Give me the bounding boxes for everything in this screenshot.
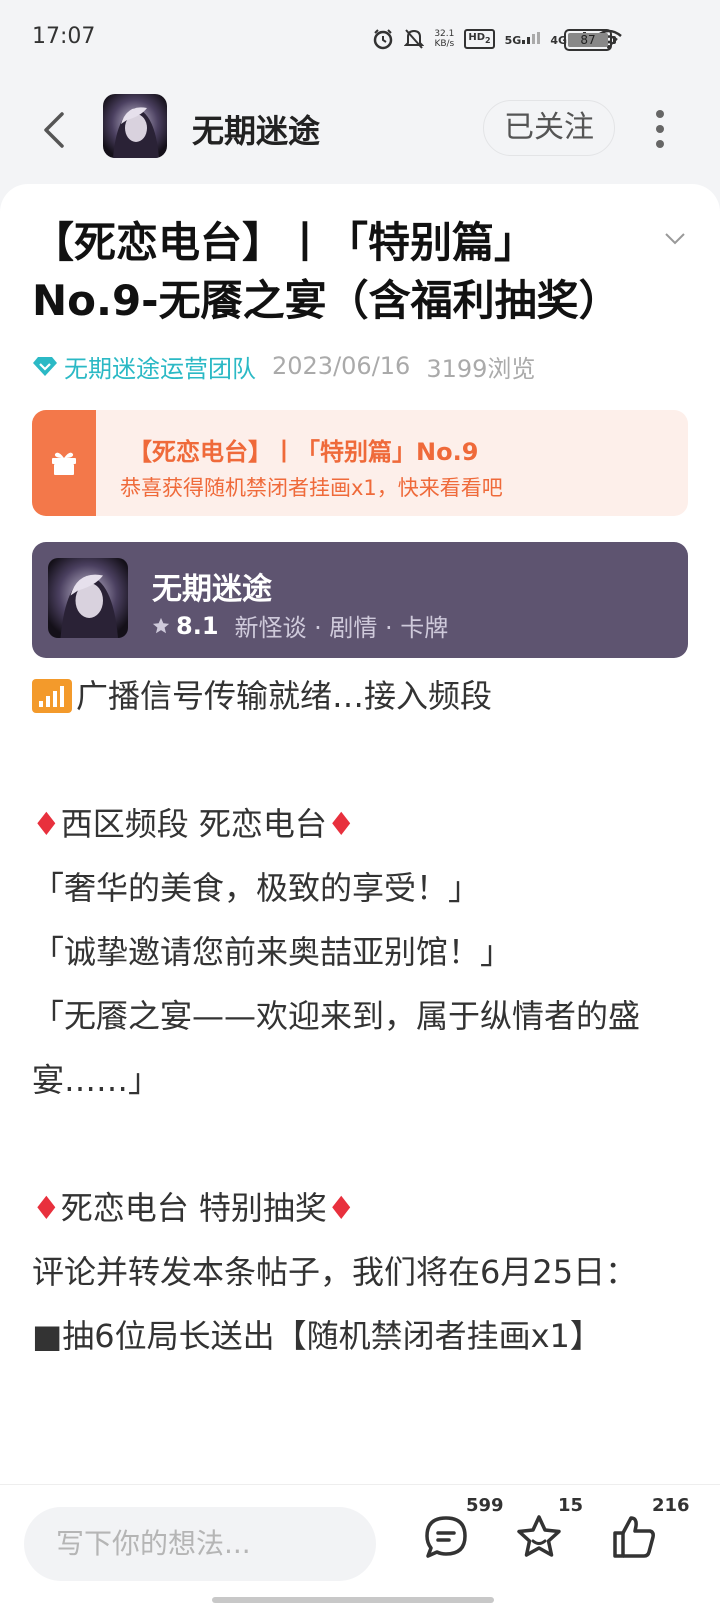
back-arrow-icon[interactable] bbox=[40, 110, 70, 150]
signal-bars-icon bbox=[32, 679, 72, 713]
game-tags: 新怪谈 · 剧情 · 卡牌 bbox=[234, 614, 449, 642]
star-icon bbox=[152, 617, 170, 633]
banner-title: 【死恋电台】丨「特别篇」No.9 bbox=[128, 438, 479, 466]
game-info: 8.1 新怪谈 · 剧情 · 卡牌 bbox=[152, 608, 448, 643]
view-count: 3199浏览 bbox=[426, 354, 536, 383]
signal-5g-icon: 5G bbox=[505, 31, 541, 47]
post-date: 2023/06/16 bbox=[272, 352, 411, 380]
thumbs-up-icon[interactable] bbox=[610, 1513, 658, 1561]
verified-diamond-icon bbox=[33, 357, 57, 376]
game-score: 8.1 bbox=[176, 611, 219, 640]
content-line: 广播信号传输就绪…接入频段 bbox=[32, 664, 672, 728]
favorite-star-icon[interactable] bbox=[515, 1513, 563, 1561]
comment-icon[interactable] bbox=[422, 1513, 470, 1561]
content-line: ■抽6位局长送出【随机禁闭者挂画x1】 bbox=[32, 1317, 602, 1355]
bottom-action-bar: 写下你的想法... 599 15 216 bbox=[0, 1484, 720, 1605]
comment-count: 599 bbox=[466, 1495, 504, 1516]
banner-subtitle: 恭喜获得随机禁闭者挂画x1，快来看看吧 bbox=[120, 476, 503, 500]
battery-icon: 87 bbox=[564, 29, 616, 51]
hd-icon: HD2 bbox=[464, 29, 495, 49]
content-line: ♦西区频段 死恋电台♦ bbox=[32, 805, 356, 843]
comment-input[interactable]: 写下你的想法... bbox=[24, 1507, 376, 1581]
post-meta: 无期迷途运营团队 2023/06/16 3199浏览 bbox=[32, 348, 535, 384]
home-indicator[interactable] bbox=[212, 1597, 494, 1603]
post-content: 广播信号传输就绪…接入频段 ♦西区频段 死恋电台♦ 「奢华的美食，极致的享受！」… bbox=[32, 664, 672, 1368]
game-card[interactable]: 无期迷途 8.1 新怪谈 · 剧情 · 卡牌 bbox=[32, 542, 688, 658]
diamond-icon: ♦ bbox=[32, 1189, 61, 1227]
content-line: ♦死恋电台 特别抽奖♦ bbox=[32, 1189, 356, 1227]
favorite-count: 15 bbox=[558, 1495, 584, 1516]
content-line: 「无餍之宴——欢迎来到，属于纵情者的盛宴……」 bbox=[32, 997, 641, 1099]
post-card: 【死恋电台】丨「特别篇」 No.9-无餍之宴（含福利抽奖） 无期迷途运营团队 2… bbox=[0, 184, 720, 1484]
author[interactable]: 无期迷途运营团队 bbox=[32, 349, 256, 384]
game-avatar[interactable] bbox=[103, 94, 167, 158]
header-title[interactable]: 无期迷途 bbox=[192, 106, 320, 152]
game-name: 无期迷途 bbox=[152, 572, 272, 607]
alarm-icon bbox=[374, 29, 393, 50]
follow-button[interactable]: 已关注 bbox=[483, 100, 615, 156]
more-options-icon[interactable] bbox=[652, 110, 668, 148]
content-line: 「诚挚邀请您前来奥喆亚别馆！」 bbox=[32, 933, 513, 971]
content-line: 评论并转发本条帖子，我们将在6月25日： bbox=[32, 1253, 638, 1291]
reward-banner[interactable]: 【死恋电台】丨「特别篇」No.9 恭喜获得随机禁闭者挂画x1，快来看看吧 bbox=[32, 410, 688, 516]
post-title: 【死恋电台】丨「特别篇」 No.9-无餍之宴（含福利抽奖） bbox=[32, 218, 621, 325]
content-line: 「奢华的美食，极致的享受！」 bbox=[32, 869, 481, 907]
chevron-down-icon[interactable] bbox=[664, 232, 686, 246]
diamond-icon: ♦ bbox=[326, 805, 356, 843]
net-speed: 32.1 KB/s bbox=[434, 29, 455, 49]
like-count: 216 bbox=[652, 1495, 690, 1516]
mute-icon bbox=[404, 29, 425, 49]
status-bar: 17:07 32.1 KB/s HD2 5G 4G 87 bbox=[0, 0, 720, 80]
status-time: 17:07 bbox=[32, 24, 96, 49]
app-header: 无期迷途 已关注 bbox=[0, 80, 720, 180]
diamond-icon: ♦ bbox=[32, 805, 61, 843]
diamond-icon: ♦ bbox=[326, 1189, 356, 1227]
gift-icon bbox=[32, 410, 96, 516]
game-card-avatar bbox=[48, 558, 128, 638]
